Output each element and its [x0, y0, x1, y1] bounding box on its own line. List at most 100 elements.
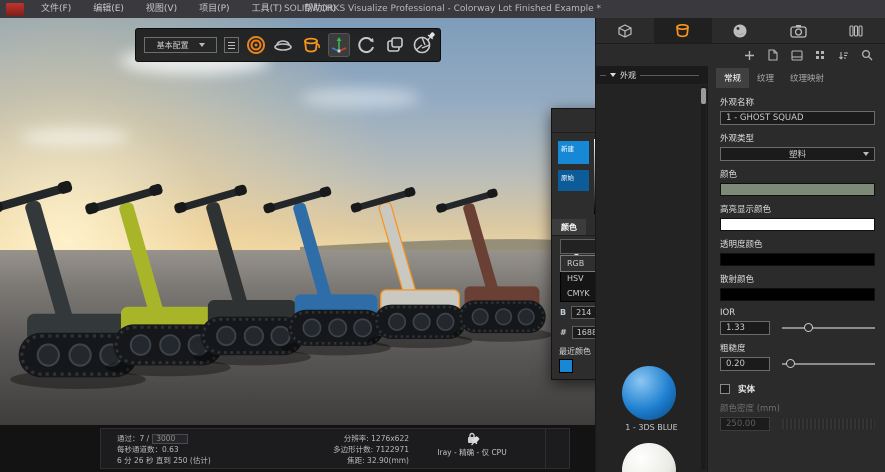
- pin-icon[interactable]: [426, 31, 437, 42]
- color-mode-dropdown[interactable]: RGB: [560, 239, 595, 254]
- recent-color-swatch[interactable]: [559, 359, 573, 373]
- collapse-caret-icon: [610, 73, 616, 77]
- menu-project[interactable]: 项目(P): [188, 0, 240, 18]
- viewport-toolbar: 基本配置: [135, 28, 441, 62]
- appearance-properties: 常规 纹理 纹理映射 外观名称 1 - GHOST SQUAD 外观类型 塑料 …: [708, 66, 885, 472]
- picker-tab-bar: 颜色 标本: [552, 219, 595, 236]
- configuration-list-button[interactable]: [224, 37, 239, 53]
- appearance-name-input[interactable]: 1 - GHOST SQUAD: [720, 111, 875, 125]
- appearance-tree-header[interactable]: 外观: [596, 66, 707, 84]
- roughness-slider-thumb[interactable]: [786, 359, 795, 368]
- saturation-value-field[interactable]: [594, 139, 595, 214]
- roughness-slider[interactable]: [782, 357, 875, 371]
- roughness-input[interactable]: 0.20: [720, 357, 770, 371]
- appearance-type-dropdown[interactable]: 塑料: [720, 147, 875, 161]
- color-density-label: 颜色密度 (mm): [720, 402, 875, 414]
- color-picker-dialog: 拾色器 ✕ 新建 原始: [551, 108, 595, 380]
- roughness-label: 粗糙度: [720, 342, 875, 354]
- panel-action-bar: [596, 44, 885, 66]
- concentric-rings-icon[interactable]: [246, 33, 266, 57]
- polygon-count: 多边形计数: 7122971: [291, 444, 409, 455]
- ior-label: IOR: [720, 308, 875, 318]
- original-color-swatch[interactable]: 原始: [558, 170, 589, 191]
- highlight-color-label: 高亮显示颜色: [720, 203, 875, 215]
- card-view-icon[interactable]: [791, 50, 803, 61]
- app-logo-icon: [6, 3, 24, 16]
- pin-icon[interactable]: [469, 435, 481, 447]
- original-color-label: 原始: [561, 174, 574, 182]
- ior-input[interactable]: 1.33: [720, 321, 770, 335]
- color-density-input: 250.00: [720, 417, 770, 431]
- tab-cameras[interactable]: [769, 18, 827, 43]
- blue-channel-input[interactable]: 214: [571, 306, 595, 319]
- menu-edit[interactable]: 编辑(E): [82, 0, 135, 18]
- palette-scrollbar[interactable]: [701, 86, 706, 470]
- passes-label: 通过：7 /: [117, 433, 149, 444]
- tab-appearances[interactable]: [654, 18, 712, 43]
- resolution: 分辨率: 1276x622: [291, 433, 409, 444]
- tab-swatches[interactable]: 标本: [586, 219, 595, 235]
- focal-length: 焦距: 32.90(mm): [291, 455, 409, 466]
- blue-channel-label: B: [560, 308, 566, 317]
- hex-input[interactable]: 1688D6: [572, 326, 595, 339]
- sort-icon[interactable]: [838, 50, 849, 61]
- color-density-slider: [782, 417, 875, 431]
- chevron-down-icon: [199, 43, 205, 47]
- rotate-tool-icon[interactable]: [357, 33, 377, 57]
- ior-slider-thumb[interactable]: [804, 323, 813, 332]
- tab-environments[interactable]: [712, 18, 770, 43]
- tab-general[interactable]: 常规: [716, 68, 749, 88]
- render-eta: 6 分 26 秒 直到 250 (估计): [117, 455, 267, 466]
- color-label: 颜色: [720, 168, 875, 180]
- transparency-color-label: 透明度颜色: [720, 238, 875, 250]
- option-hsv[interactable]: HSV: [561, 271, 595, 286]
- menu-file[interactable]: 文件(F): [30, 0, 82, 18]
- new-color-swatch[interactable]: 新建: [558, 141, 589, 164]
- option-cmyk[interactable]: CMYK: [561, 286, 595, 301]
- status-divider: [545, 429, 546, 468]
- tab-texture[interactable]: 纹理: [749, 68, 782, 88]
- appearance-item-sphere[interactable]: [622, 366, 676, 420]
- tab-texture-mapping[interactable]: 纹理映射: [782, 68, 832, 88]
- appearance-palette: 外观 1 - 3DS BLUE color: [596, 66, 708, 472]
- configuration-label: 基本配置: [157, 40, 189, 51]
- panel-tab-bar: [596, 18, 885, 44]
- appearance-name-label: 外观名称: [720, 96, 875, 108]
- passes-per-second: 每秒通道数：0.63: [117, 444, 267, 455]
- solid-label: 实体: [738, 383, 755, 395]
- scatter-color-swatch[interactable]: [720, 288, 875, 301]
- right-panel: 外观 1 - 3DS BLUE color 常规 纹理 纹理映射: [595, 18, 885, 472]
- solid-checkbox[interactable]: [720, 384, 730, 394]
- render-viewport[interactable]: 基本配置: [0, 18, 595, 425]
- color-swatch[interactable]: [720, 183, 875, 196]
- new-color-label: 新建: [561, 145, 574, 153]
- add-icon[interactable]: [744, 50, 755, 61]
- renderer-mode: Iray - 精确 - 仅 CPU: [417, 447, 527, 458]
- passes-limit-input[interactable]: 3000: [152, 434, 188, 444]
- grid-view-icon[interactable]: [815, 50, 826, 61]
- configuration-dropdown[interactable]: 基本配置: [144, 37, 217, 53]
- move-tool-icon[interactable]: [328, 33, 350, 57]
- window-title: SOLIDWORKS Visualize Professional - Colo…: [284, 4, 601, 14]
- tab-color[interactable]: 颜色: [552, 219, 586, 235]
- menu-bar: 文件(F) 编辑(E) 视图(V) 项目(P) 工具(T) 帮助(H) SOLI…: [0, 0, 885, 18]
- highlight-color-swatch[interactable]: [720, 218, 875, 231]
- import-icon[interactable]: [767, 49, 779, 61]
- ior-slider[interactable]: [782, 321, 875, 335]
- chevron-down-icon: [863, 152, 869, 156]
- appearance-item-label: 1 - 3DS BLUE: [596, 423, 707, 432]
- menu-view[interactable]: 视图(V): [135, 0, 188, 18]
- appearance-item-sphere[interactable]: [622, 443, 676, 472]
- recent-colors-label: 最近颜色: [559, 346, 591, 357]
- tab-models[interactable]: [596, 18, 654, 43]
- search-icon[interactable]: [861, 49, 873, 61]
- color-picker-title: 拾色器 ✕: [552, 109, 595, 133]
- tab-scenes[interactable]: [827, 18, 885, 43]
- paint-bucket-icon[interactable]: [301, 33, 321, 57]
- scatter-color-label: 散射颜色: [720, 273, 875, 285]
- option-rgb[interactable]: RGB: [561, 256, 595, 271]
- new-camera-icon[interactable]: [384, 33, 404, 57]
- transparency-color-swatch[interactable]: [720, 253, 875, 266]
- turntable-icon[interactable]: [273, 33, 293, 57]
- hex-label: #: [560, 328, 567, 337]
